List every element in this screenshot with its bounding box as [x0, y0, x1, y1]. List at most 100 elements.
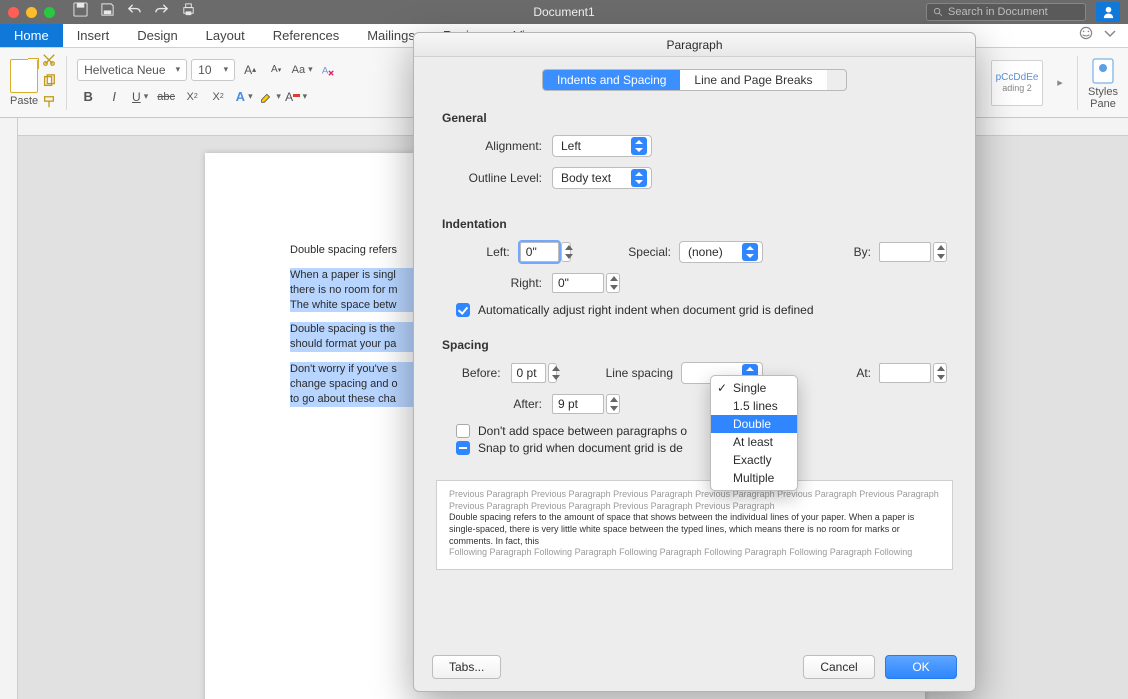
line-spacing-dropdown: Single 1.5 lines Double At least Exactly… [710, 375, 798, 491]
spacing-after-label: After: [442, 397, 542, 411]
format-painter-icon[interactable] [42, 95, 56, 112]
cancel-button[interactable]: Cancel [803, 655, 875, 679]
paste-label: Paste [10, 95, 38, 107]
clear-formatting-button[interactable]: A [317, 60, 339, 80]
paragraph-preview: Previous Paragraph Previous Paragraph Pr… [436, 480, 953, 570]
svg-text:A: A [322, 65, 329, 76]
section-indentation: Indentation [442, 217, 947, 231]
close-window-button[interactable] [8, 7, 19, 18]
by-stepper[interactable] [933, 242, 947, 262]
special-label: Special: [571, 245, 671, 259]
tab-design[interactable]: Design [123, 24, 191, 47]
snap-to-grid-checkbox[interactable] [456, 441, 470, 455]
collapse-ribbon-icon[interactable] [1102, 25, 1118, 46]
font-size-select[interactable]: 10▾ [191, 59, 235, 81]
by-label: By: [771, 245, 871, 259]
window-controls [8, 7, 55, 18]
dialog-title: Paragraph [414, 33, 975, 57]
auto-indent-checkbox[interactable] [456, 303, 470, 317]
spacing-before-label: Before: [442, 366, 501, 380]
option-single[interactable]: Single [711, 379, 797, 397]
maximize-window-button[interactable] [44, 7, 55, 18]
save-icon[interactable] [100, 2, 115, 22]
spacing-before-input[interactable]: 0 pt [511, 363, 546, 383]
option-exactly[interactable]: Exactly [711, 451, 797, 469]
tabs-button[interactable]: Tabs... [432, 655, 501, 679]
indent-right-input[interactable]: 0" [552, 273, 604, 293]
spacing-after-input[interactable]: 9 pt [552, 394, 604, 414]
at-input[interactable] [879, 363, 931, 383]
outline-level-select[interactable]: Body text [552, 167, 652, 189]
search-placeholder: Search in Document [948, 6, 1048, 18]
titlebar-right: + [1096, 2, 1120, 22]
italic-button[interactable]: I [103, 87, 125, 107]
superscript-button[interactable]: X2 [207, 87, 229, 107]
spacing-before-stepper[interactable] [548, 363, 557, 383]
copy-icon[interactable] [42, 74, 56, 91]
option-double[interactable]: Double [711, 415, 797, 433]
preview-next: Following Paragraph Following Paragraph … [449, 547, 940, 559]
snap-to-grid-label: Snap to grid when document grid is de [478, 441, 683, 455]
subscript-button[interactable]: X2 [181, 87, 203, 107]
outline-level-label: Outline Level: [442, 171, 542, 185]
text-effects-button[interactable]: A▾ [233, 87, 255, 107]
quick-access-toolbar [73, 2, 196, 22]
svg-text:+: + [1111, 6, 1116, 15]
by-input[interactable] [879, 242, 931, 262]
tab-line-page-breaks[interactable]: Line and Page Breaks [680, 70, 826, 90]
search-input[interactable]: Search in Document [926, 3, 1086, 21]
section-general: General [442, 111, 947, 125]
at-stepper[interactable] [933, 363, 947, 383]
tab-home[interactable]: Home [0, 24, 63, 47]
styles-pane-label2: Pane [1090, 98, 1116, 110]
font-color-button[interactable]: A▾ [285, 87, 307, 107]
strikethrough-button[interactable]: abc [155, 87, 177, 107]
option-multiple[interactable]: Multiple [711, 469, 797, 487]
highlight-button[interactable]: ▾ [259, 87, 281, 107]
paste-group[interactable]: Paste [10, 59, 38, 107]
indent-left-label: Left: [442, 245, 510, 259]
print-icon[interactable] [181, 2, 196, 22]
cut-icon[interactable] [42, 53, 56, 70]
tab-indents-spacing[interactable]: Indents and Spacing [543, 70, 680, 90]
paragraph-dialog: Paragraph Indents and Spacing Line and P… [413, 32, 976, 692]
font-family-select[interactable]: Helvetica Neue▾ [77, 59, 187, 81]
styles-pane-button[interactable]: Styles Pane [1088, 52, 1118, 113]
dont-add-space-checkbox[interactable] [456, 424, 470, 438]
minimize-window-button[interactable] [26, 7, 37, 18]
option-1-5-lines[interactable]: 1.5 lines [711, 397, 797, 415]
tab-references[interactable]: References [259, 24, 353, 47]
underline-button[interactable]: U▾ [129, 87, 151, 107]
option-at-least[interactable]: At least [711, 433, 797, 451]
indent-left-input[interactable]: 0" [520, 242, 559, 262]
preview-sample: Double spacing refers to the amount of s… [449, 512, 940, 547]
share-button[interactable]: + [1096, 2, 1120, 22]
indent-left-stepper[interactable] [561, 242, 571, 262]
clipboard-icon [10, 59, 38, 93]
preview-prev: Previous Paragraph Previous Paragraph Pr… [449, 489, 940, 512]
alignment-select[interactable]: Left [552, 135, 652, 157]
redo-icon[interactable] [154, 2, 169, 22]
titlebar: Document1 Search in Document + [0, 0, 1128, 24]
change-case-button[interactable]: Aa▾ [291, 60, 313, 80]
line-spacing-label: Line spacing [573, 366, 673, 380]
style-heading2[interactable]: pCcDdEe ading 2 [991, 60, 1043, 106]
undo-icon[interactable] [127, 2, 142, 22]
autosave-icon[interactable] [73, 2, 88, 22]
grow-font-button[interactable]: A▴ [239, 60, 261, 80]
tab-insert[interactable]: Insert [63, 24, 124, 47]
bold-button[interactable]: B [77, 87, 99, 107]
alignment-label: Alignment: [442, 139, 542, 153]
dialog-footer: Tabs... Cancel OK [414, 643, 975, 691]
special-select[interactable]: (none) [679, 241, 763, 263]
shrink-font-button[interactable]: A▾ [265, 60, 287, 80]
tab-layout[interactable]: Layout [192, 24, 259, 47]
indent-right-label: Right: [442, 276, 542, 290]
styles-gallery-expand[interactable]: ▸ [1053, 76, 1067, 89]
ok-button[interactable]: OK [885, 655, 957, 679]
feedback-icon[interactable] [1078, 25, 1094, 46]
spacing-after-stepper[interactable] [606, 394, 620, 414]
indent-right-stepper[interactable] [606, 273, 620, 293]
dialog-tabs: Indents and Spacing Line and Page Breaks [542, 69, 847, 91]
vertical-ruler[interactable] [0, 118, 18, 699]
